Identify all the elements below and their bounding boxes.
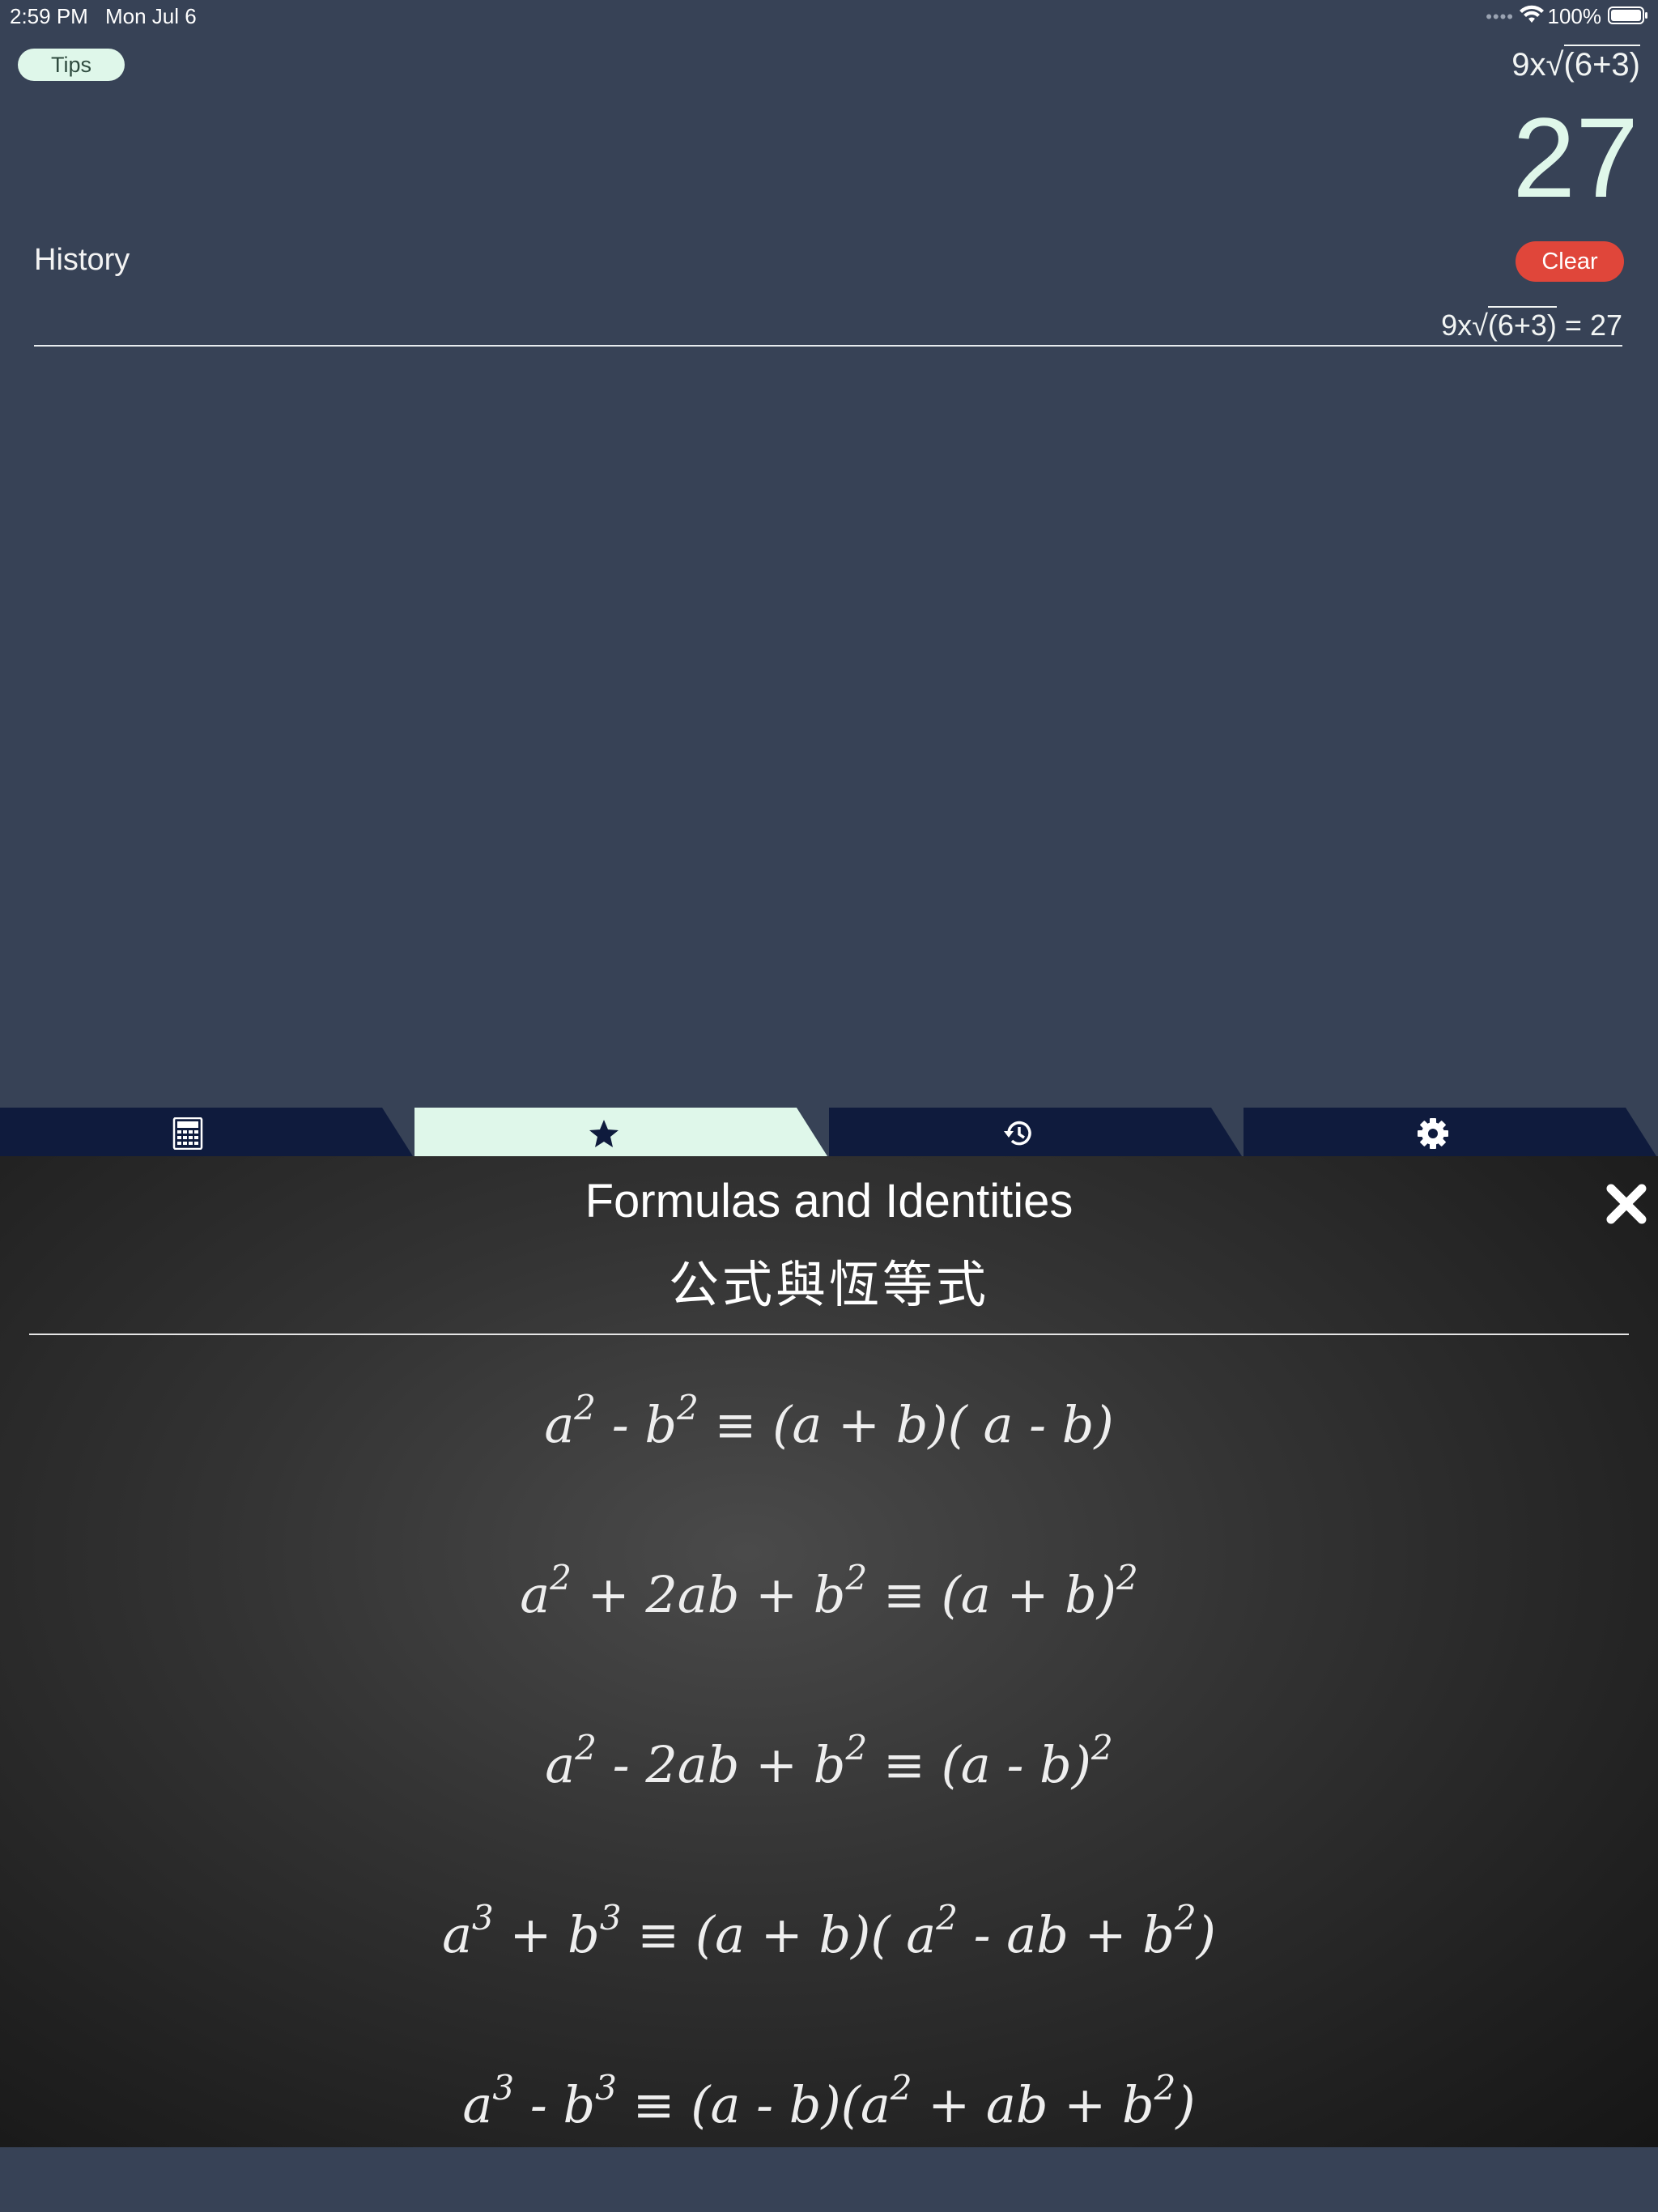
tips-button[interactable]: Tips	[18, 49, 125, 81]
tab-formulas-bg	[414, 1108, 827, 1156]
tab-history-bg	[829, 1108, 1242, 1156]
history-entry[interactable]: 9x√(6+3) = 27	[1441, 306, 1622, 342]
gear-icon	[1418, 1118, 1448, 1149]
star-icon	[589, 1120, 619, 1147]
formula-sum-of-cubes: a3 + b3 ≡ (a + b)( a2 - ab + b2)	[442, 1898, 1216, 1965]
tab-bar	[0, 1108, 1658, 1156]
panel-title: Formulas and Identities	[585, 1175, 1073, 1227]
current-expression: 9x√(6+3)	[1511, 45, 1640, 83]
tab-formulas[interactable]	[414, 1108, 829, 1156]
history-divider	[34, 345, 1622, 347]
close-icon[interactable]	[1603, 1180, 1650, 1227]
wifi-icon	[1520, 5, 1544, 23]
calculator-icon	[172, 1117, 203, 1150]
history-entry-result: = 27	[1556, 308, 1622, 342]
formula-difference-of-squares: a2 - b2 ≡ (a + b)( a - b)	[544, 1388, 1114, 1455]
battery-percent: 100%	[1547, 4, 1602, 28]
history-icon	[1004, 1121, 1031, 1146]
formula-difference-of-cubes: a3 - b3 ≡ (a - b)(a2 + ab + b2)	[462, 2068, 1196, 2135]
tab-settings[interactable]	[1244, 1108, 1658, 1156]
status-time: 2:59 PM	[10, 4, 88, 28]
formula-square-of-sum: a2 + 2ab + b2 ≡ (a + b)2	[520, 1558, 1138, 1625]
cellular-dots-icon: ••••	[1486, 6, 1514, 27]
formula-square-of-difference: a2 - 2ab + b2 ≡ (a - b)2	[545, 1728, 1113, 1795]
result-display: 27	[1512, 94, 1639, 221]
history-entry-prefix: 9x√	[1441, 308, 1488, 342]
expression-radicand: (6+3)	[1563, 45, 1640, 83]
status-bar: 2:59 PM Mon Jul 6 •••• 100%	[0, 0, 1658, 32]
tab-calculator-bg	[0, 1108, 413, 1156]
panel-subtitle: 公式與恆等式	[668, 1257, 989, 1313]
tab-settings-bg	[1244, 1108, 1656, 1156]
battery-icon	[1608, 6, 1647, 24]
history-entry-radicand: (6+3)	[1487, 306, 1557, 342]
formulas-panel: Formulas and Identities 公式與恆等式 a2 - b2 ≡…	[0, 1156, 1658, 2147]
history-title: History	[34, 243, 130, 277]
clear-history-button[interactable]: Clear	[1516, 241, 1624, 282]
panel-divider	[29, 1334, 1629, 1335]
tab-calculator[interactable]	[0, 1108, 414, 1156]
expression-prefix: 9x√	[1511, 47, 1564, 83]
tab-history[interactable]	[829, 1108, 1244, 1156]
status-date: Mon Jul 6	[105, 4, 197, 28]
bottom-strip	[0, 2147, 1658, 2212]
